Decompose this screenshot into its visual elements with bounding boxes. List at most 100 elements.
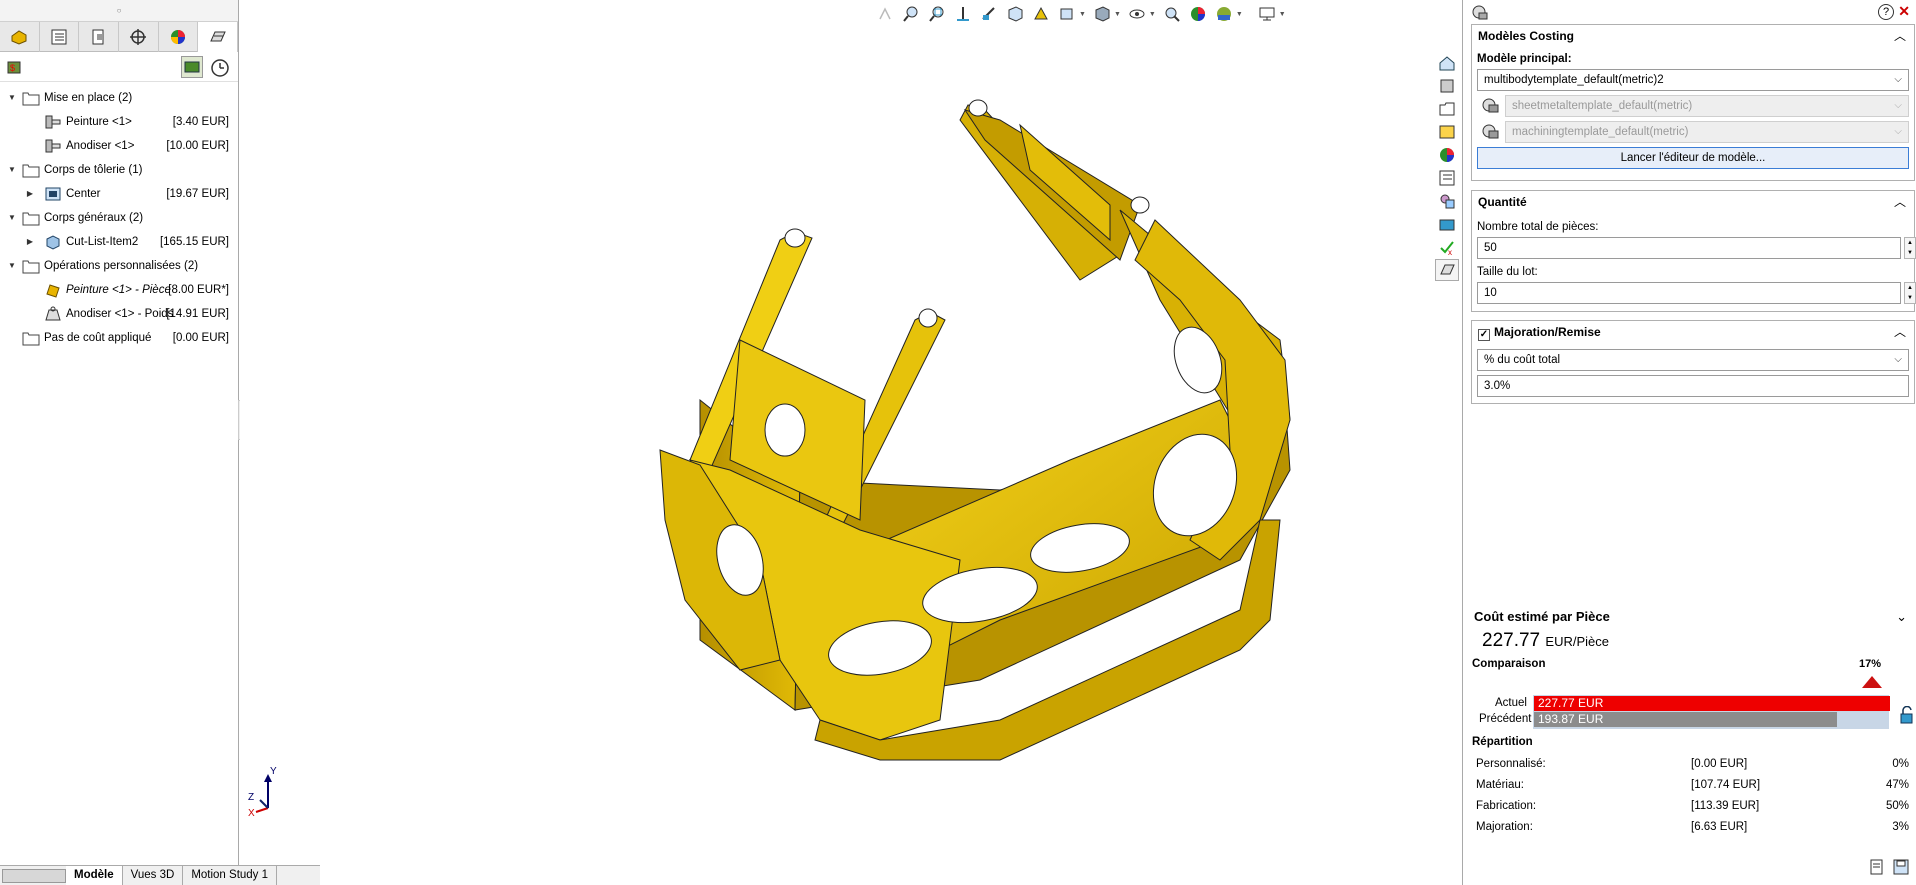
costing-pane-icon[interactable] xyxy=(1435,259,1459,281)
expanded-caret-icon[interactable]: ▼ xyxy=(6,206,18,230)
comparison-bars: Actuel Précédent 227.77 EUR 193.87 EUR xyxy=(1471,695,1915,730)
view-palette-icon[interactable] xyxy=(1435,121,1459,143)
templates-header[interactable]: Modèles Costing ︿ xyxy=(1472,25,1914,49)
cost-increase-arrow-icon xyxy=(1862,676,1882,688)
collapse-chevron-icon[interactable]: ︿ xyxy=(1894,25,1906,47)
solidworks-forum-icon[interactable] xyxy=(1435,190,1459,212)
propertymanager-tab[interactable] xyxy=(40,22,80,52)
save-estimate-icon[interactable] xyxy=(1892,858,1910,879)
tree-item-mise[interactable]: ▼ Mise en place (2) xyxy=(0,86,238,110)
main-template-label: Modèle principal: xyxy=(1477,53,1572,65)
design-library-icon[interactable] xyxy=(1435,75,1459,97)
folder-icon xyxy=(22,162,40,178)
chevron-down-icon: ⌵ xyxy=(1894,100,1902,111)
tree-item-pascout[interactable]: Pas de coût appliqué [0.00 EUR] xyxy=(0,326,238,350)
markup-header[interactable]: ✓ Majoration/Remise ︿ xyxy=(1472,321,1914,345)
bracket-part-model[interactable] xyxy=(240,0,1462,865)
estimate-title: Coût estimé par Pièce xyxy=(1474,609,1610,624)
tree-item-center[interactable]: ▶ Center [19.67 EUR] xyxy=(0,182,238,206)
tab-3d-views[interactable]: Vues 3D xyxy=(123,866,184,885)
costing-pane-header-icon xyxy=(1471,4,1489,25)
check-tool-icon[interactable]: x xyxy=(1435,236,1459,258)
tree-item-tolerie[interactable]: ▼ Corps de tôlerie (1) xyxy=(0,158,238,182)
tree-item-anodiser1[interactable]: Anodiser <1> [10.00 EUR] xyxy=(0,134,238,158)
triad-y-label: Y xyxy=(270,766,277,777)
costing-tab[interactable] xyxy=(198,22,239,52)
history-clock-icon[interactable] xyxy=(210,58,230,81)
tree-item-generaux[interactable]: ▼ Corps généraux (2) xyxy=(0,206,238,230)
folder-icon xyxy=(22,330,40,346)
machining-template-select[interactable]: machiningtemplate_default(metric) ⌵ xyxy=(1505,121,1909,143)
lot-size-label: Taille du lot: xyxy=(1477,266,1538,278)
configurationmanager-tab[interactable] xyxy=(79,22,120,52)
appearances-icon[interactable] xyxy=(1435,144,1459,166)
orientation-triad: Y Z X xyxy=(248,766,292,820)
markup-mode-select[interactable]: % du coût total ⌵ xyxy=(1477,349,1909,371)
tab-scroll-buttons[interactable] xyxy=(2,868,66,883)
markup-mode-value: % du coût total xyxy=(1484,354,1561,366)
close-icon[interactable]: ✕ xyxy=(1898,3,1910,20)
part-icon xyxy=(11,30,27,45)
markup-percent-input[interactable]: 3.0% xyxy=(1477,375,1909,397)
markup-checkbox[interactable]: ✓ xyxy=(1478,329,1490,341)
chevron-down-icon: ⌵ xyxy=(1894,126,1902,137)
quantity-panel: Quantité ︿ Nombre total de pièces: 50 ▲ ▼ T… xyxy=(1471,190,1916,312)
dimxpert-tab[interactable] xyxy=(119,22,159,52)
folder-icon xyxy=(22,210,40,226)
tree-item-peinture1[interactable]: Peinture <1> [3.40 EUR] xyxy=(0,110,238,134)
file-explorer-icon[interactable] xyxy=(1435,98,1459,120)
tree-item-anodiserpoids[interactable]: Anodiser <1> - Poids [14.91 EUR] xyxy=(0,302,238,326)
breakdown-label: Répartition xyxy=(1472,736,1533,748)
previous-cost-value: 193.87 EUR xyxy=(1538,712,1604,726)
total-parts-input[interactable]: 50 ▲ ▼ xyxy=(1477,237,1916,259)
expanded-caret-icon[interactable]: ▼ xyxy=(6,86,18,110)
tree-item-peinturepiece[interactable]: Peinture <1> - Pièce [8.00 EUR*] xyxy=(0,278,238,302)
breakdown-percent: 3% xyxy=(1892,821,1909,833)
display-manager-tab[interactable] xyxy=(159,22,199,52)
costing-manager-button[interactable] xyxy=(181,56,203,78)
custom-properties-icon[interactable] xyxy=(1435,167,1459,189)
expanded-caret-icon[interactable]: ▼ xyxy=(6,254,18,278)
lot-size-input[interactable]: 10 ▲ ▼ xyxy=(1477,282,1916,304)
total-parts-stepper[interactable]: ▲ ▼ xyxy=(1904,237,1916,259)
machining-template-icon xyxy=(1482,124,1499,139)
tree-item-label: Peinture <1> - Pièce xyxy=(66,284,171,296)
sheetmetal-body-icon xyxy=(44,186,62,202)
costing-manager-pane: ○ $ ▼ Mise en place (2) Peinture <1> [3.… xyxy=(0,0,320,885)
breakdown-percent: 47% xyxy=(1885,779,1909,791)
lot-size-stepper[interactable]: ▲ ▼ xyxy=(1904,282,1916,304)
tree-item-cutlist[interactable]: ▶ Cut-List-Item2 [165.15 EUR] xyxy=(0,230,238,254)
main-template-select[interactable]: multibodytemplate_default(metric)2 ⌵ xyxy=(1477,69,1909,91)
appearance-pie-icon xyxy=(171,30,186,44)
quantity-title: Quantité xyxy=(1478,195,1527,209)
toolbox-icon[interactable] xyxy=(1435,213,1459,235)
collapsed-caret-icon[interactable]: ▶ xyxy=(24,182,36,206)
help-icon[interactable]: ? xyxy=(1878,4,1894,20)
collapse-chevron-icon[interactable]: ︿ xyxy=(1894,321,1906,343)
pane-grip[interactable]: ○ xyxy=(0,0,238,22)
sheetmetal-template-select[interactable]: sheetmetaltemplate_default(metric) ⌵ xyxy=(1505,95,1909,117)
expand-chevron-icon[interactable]: ⌄ xyxy=(1896,606,1907,628)
unlock-icon[interactable] xyxy=(1899,706,1915,724)
tab-motion-study[interactable]: Motion Study 1 xyxy=(183,866,278,885)
costing-icon xyxy=(209,31,226,42)
breakdown-value: [6.63 EUR] xyxy=(1691,821,1748,833)
collapse-chevron-icon[interactable]: ︿ xyxy=(1894,191,1906,213)
expanded-caret-icon[interactable]: ▼ xyxy=(6,158,18,182)
tree-item-label: Corps de tôlerie (1) xyxy=(44,164,143,176)
graphics-viewport[interactable]: ▼ ▼ ▼ ▼ ▼ Y Z X xyxy=(240,0,1462,865)
tab-model[interactable]: Modèle xyxy=(66,866,123,885)
tree-item-ops[interactable]: ▼ Opérations personnalisées (2) xyxy=(0,254,238,278)
estimate-header[interactable]: Coût estimé par Pièce ⌄ xyxy=(1471,606,1915,628)
featuremanager-tab[interactable] xyxy=(0,22,40,52)
costing-root-icon: $ xyxy=(6,58,24,79)
generate-report-icon[interactable] xyxy=(1868,858,1886,879)
home-icon[interactable] xyxy=(1435,52,1459,74)
solid-body-icon xyxy=(44,234,62,250)
comparison-label: Comparaison xyxy=(1472,658,1546,670)
launch-template-editor-button[interactable]: Lancer l'éditeur de modèle... xyxy=(1477,147,1909,169)
collapsed-caret-icon[interactable]: ▶ xyxy=(24,230,36,254)
machining-template-value: machiningtemplate_default(metric) xyxy=(1512,126,1689,138)
quantity-header[interactable]: Quantité ︿ xyxy=(1472,191,1914,215)
tree-item-label: Opérations personnalisées (2) xyxy=(44,260,199,272)
